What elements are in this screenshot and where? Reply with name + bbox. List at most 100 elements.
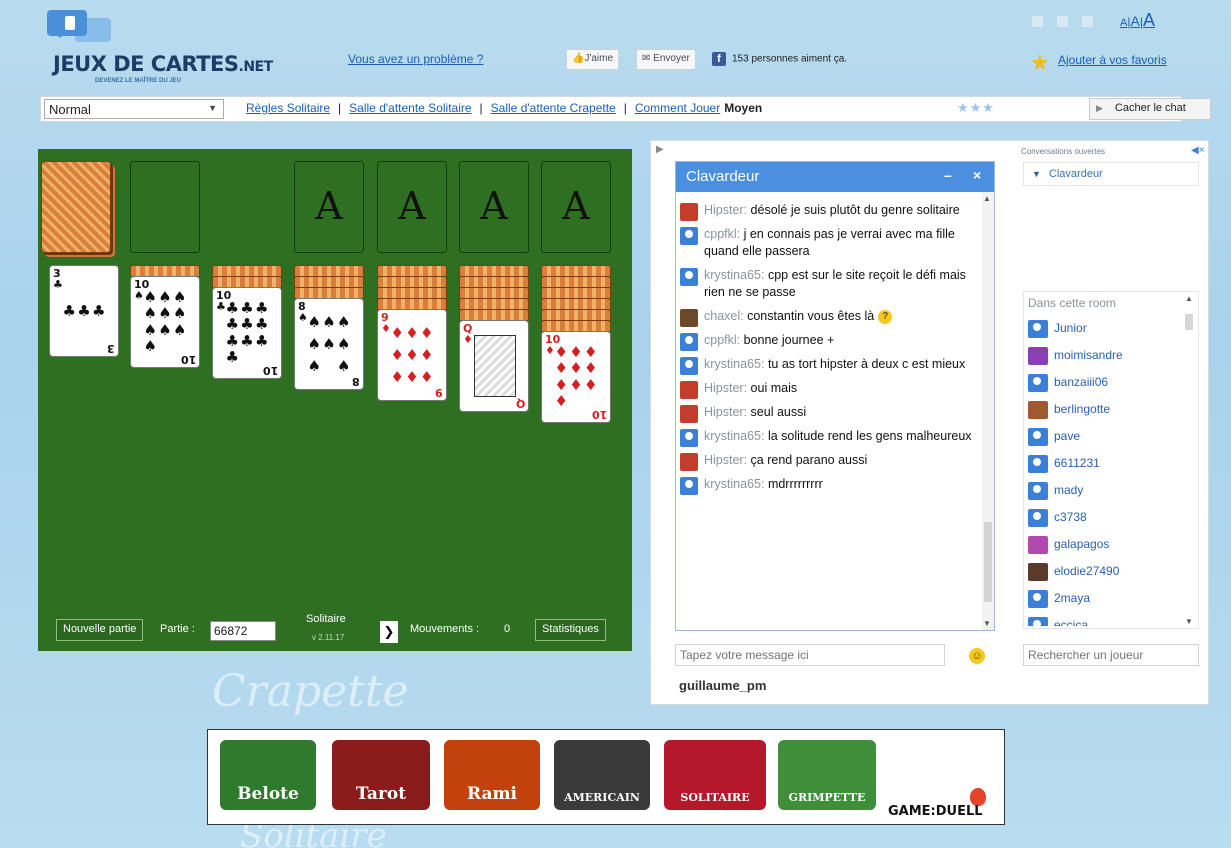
user-avatar[interactable] (680, 227, 698, 245)
scroll-up-icon[interactable]: ▲ (1185, 294, 1193, 303)
font-size-medium-button[interactable]: A (1130, 13, 1139, 29)
player-search-input[interactable] (1023, 644, 1199, 666)
user-avatar (1028, 428, 1048, 446)
user-avatar[interactable] (680, 309, 698, 327)
suit-pip-icon: ♣ (255, 331, 269, 350)
chat-messages: Hipster: désolé je suis plutôt du genre … (676, 192, 980, 630)
room-user-list: Junior moimisandre banzaiii06 berlingotte pa… (1028, 318, 1180, 626)
user-avatar[interactable] (680, 268, 698, 286)
foundation-4[interactable]: A (541, 161, 611, 253)
message-author[interactable]: krystina65 (704, 477, 761, 491)
room-user-item[interactable]: elodie27490 (1028, 561, 1180, 588)
statistics-button[interactable]: Statistiques (535, 619, 606, 641)
chat-scrollbar[interactable]: ▲ ▼ (982, 192, 994, 630)
scroll-down-icon[interactable]: ▼ (1185, 617, 1193, 626)
foundation-2[interactable]: A (377, 161, 447, 253)
sound-mute-icon[interactable]: ◀× (1191, 145, 1205, 156)
solitaire-lobby-link[interactable]: Salle d'attente Solitaire (349, 101, 471, 115)
message-separator: : (760, 357, 768, 371)
user-avatar[interactable] (680, 357, 698, 375)
close-icon[interactable]: × (973, 167, 981, 183)
user-avatar[interactable] (680, 405, 698, 423)
message-author[interactable]: cppfkl (704, 333, 737, 347)
open-conversation-item[interactable]: ▼ Clavardeur (1023, 162, 1199, 186)
game-tile[interactable]: GRIMPETTE (778, 740, 876, 810)
waste-pile[interactable] (130, 161, 200, 253)
room-user-item[interactable]: moimisandre (1028, 345, 1180, 372)
suit-pip-icon: ♠ (143, 287, 157, 306)
scroll-thumb[interactable] (1185, 314, 1193, 330)
facebook-send-button[interactable]: ✉ Envoyer (636, 49, 696, 70)
scroll-up-icon[interactable]: ▲ (983, 194, 991, 203)
new-game-button[interactable]: Nouvelle partie (56, 619, 144, 641)
tableau-card[interactable]: Q ♦ Q (459, 320, 529, 412)
room-user-item[interactable]: Junior (1028, 318, 1180, 345)
site-logo[interactable]: JEUX DE CARTES.NET DEVENEZ LE MAÎTRE DU … (45, 8, 273, 93)
tableau-card[interactable]: 10 ♦ 10 ♦ ♦ ♦ ♦ ♦ ♦ ♦ ♦ ♦ ♦ (541, 331, 611, 423)
scroll-down-icon[interactable]: ▼ (983, 619, 991, 628)
facebook-like-button[interactable]: 👍J'aime (566, 49, 620, 70)
message-author[interactable]: chaxel (704, 309, 740, 323)
user-avatar[interactable] (680, 453, 698, 471)
room-user-item[interactable]: galapagos (1028, 534, 1180, 561)
message-author[interactable]: cppfkl (704, 227, 737, 241)
room-user-item[interactable]: 2maya (1028, 588, 1180, 615)
next-game-button[interactable]: ❯ (380, 621, 398, 643)
stock-pile[interactable] (41, 161, 111, 253)
chat-message: cppfkl: j en connais pas je verrai avec … (680, 226, 976, 260)
problem-link[interactable]: Vous avez un problème ? (348, 52, 483, 66)
game-tile[interactable]: Belote (220, 740, 316, 810)
games-banner[interactable]: GAME:DUELL Belote Tarot Rami AMERICAIN SOLIT… (207, 729, 1005, 825)
message-author[interactable]: krystina65 (704, 268, 761, 282)
message-author[interactable]: Hipster (704, 453, 744, 467)
room-user-item[interactable]: berlingotte (1028, 399, 1180, 426)
room-user-item[interactable]: eccica (1028, 615, 1180, 626)
user-avatar[interactable] (680, 203, 698, 221)
chat-message-input[interactable] (675, 644, 945, 666)
difficulty-select[interactable]: Normal ▼ (44, 99, 224, 119)
add-favorites-link[interactable]: Ajouter à vos favoris (1058, 53, 1167, 67)
user-avatar[interactable] (680, 429, 698, 447)
tableau-card[interactable]: 3 ♣ 3 ♣ ♣ ♣ (49, 265, 119, 357)
font-size-large-button[interactable]: A (1143, 10, 1155, 30)
room-user-item[interactable]: pave (1028, 426, 1180, 453)
foundation-3[interactable]: A (459, 161, 529, 253)
message-author[interactable]: krystina65 (704, 429, 761, 443)
room-user-item[interactable]: c3738 (1028, 507, 1180, 534)
message-text: ça rend parano aussi (750, 453, 868, 467)
rules-link[interactable]: Règles Solitaire (246, 101, 330, 115)
hide-chat-button[interactable]: ▶ Cacher le chat (1089, 98, 1211, 120)
scroll-thumb[interactable] (984, 522, 992, 602)
collapse-arrow-icon[interactable]: ▶ (656, 144, 664, 155)
message-author[interactable]: Hipster (704, 203, 744, 217)
message-author[interactable]: Hipster (704, 381, 744, 395)
message-author[interactable]: Hipster (704, 405, 744, 419)
game-tile[interactable]: Rami (444, 740, 540, 810)
room-user-item[interactable]: banzaiii06 (1028, 372, 1180, 399)
room-user-item[interactable]: mady (1028, 480, 1180, 507)
how-to-play-link[interactable]: Comment Jouer (635, 101, 720, 115)
gameduell-logo[interactable]: GAME:DUELL (888, 804, 983, 819)
crapette-lobby-link[interactable]: Salle d'attente Crapette (491, 101, 616, 115)
tableau-card[interactable]: 10 ♣ 10 ♣ ♣ ♣ ♣ ♣ ♣ ♣ ♣ ♣ ♣ (212, 287, 282, 379)
logo-chat-icon (47, 10, 87, 38)
star-plus-icon[interactable]: ★ (1030, 50, 1050, 76)
game-number-input[interactable]: 66872 (210, 621, 276, 641)
foundation-1[interactable]: A (294, 161, 364, 253)
tableau-card[interactable]: 10 ♠ 10 ♠ ♠ ♠ ♠ ♠ ♠ ♠ ♠ ♠ ♠ (130, 276, 200, 368)
suit-pip-icon: ♣ (240, 298, 254, 317)
tableau-card[interactable]: 8 ♠ 8 ♠ ♠ ♠ ♠ ♠ ♠ ♠ ♠ (294, 298, 364, 390)
message-author[interactable]: krystina65 (704, 357, 761, 371)
tableau-card[interactable]: 9 ♦ 9 ♦ ♦ ♦ ♦ ♦ ♦ ♦ ♦ ♦ (377, 309, 447, 401)
user-avatar[interactable] (680, 381, 698, 399)
game-tile[interactable]: AMERICAIN (554, 740, 650, 810)
smiley-icon[interactable]: ☺ (969, 648, 985, 664)
facebook-icon: f (712, 52, 726, 66)
room-scrollbar[interactable]: ▲ ▼ (1182, 294, 1196, 626)
user-avatar[interactable] (680, 477, 698, 495)
user-avatar[interactable] (680, 333, 698, 351)
room-user-item[interactable]: 6611231 (1028, 453, 1180, 480)
game-tile[interactable]: SOLITAIRE (664, 740, 766, 810)
minimize-icon[interactable]: – (944, 167, 952, 183)
game-tile[interactable]: Tarot (332, 740, 430, 810)
